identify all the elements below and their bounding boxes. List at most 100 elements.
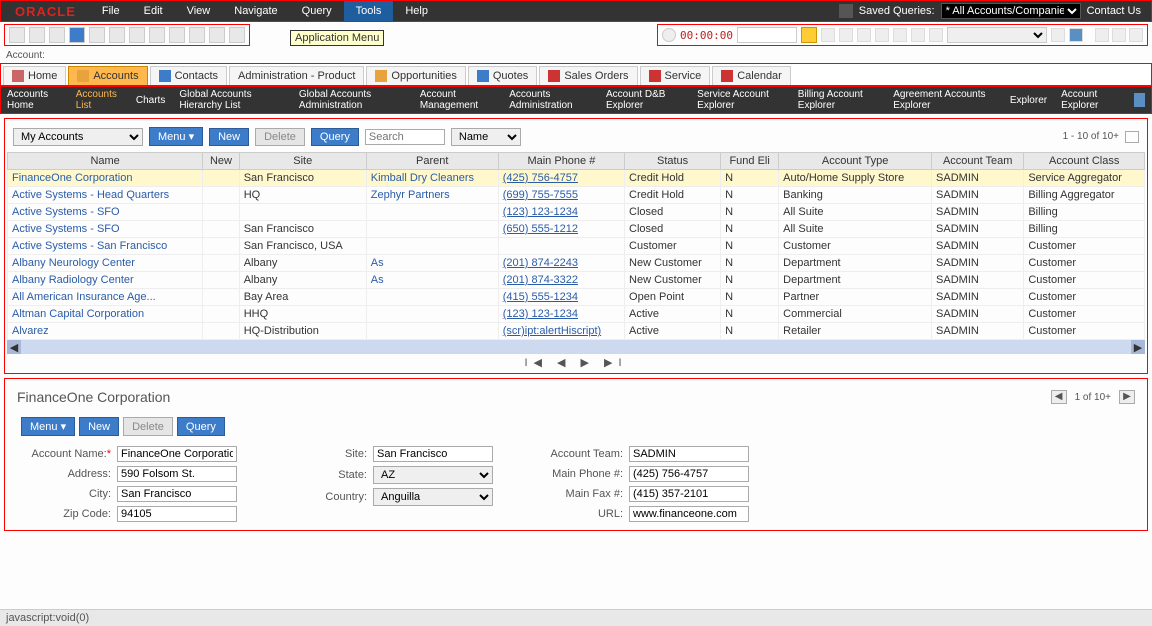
cell-parent[interactable] <box>366 238 498 255</box>
cell-phone[interactable]: (415) 555-1234 <box>498 289 624 306</box>
cell-name[interactable]: Active Systems - San Francisco <box>8 238 203 255</box>
col-status[interactable]: Status <box>625 153 721 170</box>
parent-link[interactable]: As <box>371 274 384 286</box>
account-link[interactable]: Albany Neurology Center <box>12 257 135 269</box>
table-row[interactable]: Active Systems - SFOSan Francisco(650) 5… <box>8 221 1145 238</box>
toolbar-icon[interactable] <box>1095 28 1109 42</box>
city-field[interactable] <box>117 486 237 502</box>
subnav-accounts-administration[interactable]: Accounts Administration <box>509 89 592 111</box>
toolbar-select[interactable] <box>947 27 1047 43</box>
cell-phone[interactable]: (699) 755-7555 <box>498 187 624 204</box>
cell-name[interactable]: Albany Neurology Center <box>8 255 203 272</box>
subnav-account-management[interactable]: Account Management <box>420 89 495 111</box>
subnav-accounts-home[interactable]: Accounts Home <box>7 89 62 111</box>
scroll-right-arrow[interactable]: ▶ <box>1131 340 1145 354</box>
cell-name[interactable]: All American Insurance Age... <box>8 289 203 306</box>
table-row[interactable]: AlvarezHQ-Distribution(scr)ipt:alertHisc… <box>8 323 1145 340</box>
account-link[interactable]: Albany Radiology Center <box>12 274 134 286</box>
subnav-dropdown-icon[interactable] <box>1134 93 1145 107</box>
account-link[interactable]: FinanceOne Corporation <box>12 172 132 184</box>
account-link[interactable]: Altman Capital Corporation <box>12 308 144 320</box>
detail-query-button[interactable]: Query <box>177 417 225 436</box>
cell-parent[interactable] <box>366 221 498 238</box>
parent-link[interactable]: As <box>371 257 384 269</box>
toolbar-icon[interactable] <box>209 27 225 43</box>
subnav-global-accounts-administration[interactable]: Global Accounts Administration <box>299 89 406 111</box>
toolbar-icon[interactable] <box>893 28 907 42</box>
table-row[interactable]: Active Systems - SFO(123) 123-1234Closed… <box>8 204 1145 221</box>
layout-icon[interactable] <box>1125 131 1139 143</box>
detail-new-button[interactable]: New <box>79 417 119 436</box>
menu-tools[interactable]: Tools <box>344 1 394 21</box>
col-site[interactable]: Site <box>239 153 366 170</box>
table-row[interactable]: Active Systems - San FranciscoSan Franci… <box>8 238 1145 255</box>
menu-edit[interactable]: Edit <box>132 1 175 21</box>
detail-delete-button[interactable]: Delete <box>123 417 173 436</box>
toolbar-icon[interactable] <box>129 27 145 43</box>
toolbar-icon[interactable] <box>911 28 925 42</box>
menu-view[interactable]: View <box>175 1 223 21</box>
toolbar-icon[interactable] <box>9 27 25 43</box>
toolbar-icon[interactable] <box>1129 28 1143 42</box>
cell-name[interactable]: Alvarez <box>8 323 203 340</box>
cell-phone[interactable]: (650) 555-1212 <box>498 221 624 238</box>
col-main-phone-[interactable]: Main Phone # <box>498 153 624 170</box>
table-row[interactable]: FinanceOne CorporationSan FranciscoKimba… <box>8 170 1145 187</box>
menu-help[interactable]: Help <box>393 1 440 21</box>
timer-input[interactable] <box>737 27 797 43</box>
account-link[interactable]: Active Systems - SFO <box>12 223 120 235</box>
cell-parent[interactable]: As <box>366 272 498 289</box>
account-name-field[interactable] <box>117 446 237 462</box>
cell-parent[interactable] <box>366 289 498 306</box>
toolbar-icon[interactable] <box>169 27 185 43</box>
table-row[interactable]: All American Insurance Age...Bay Area(41… <box>8 289 1145 306</box>
subnav-charts[interactable]: Charts <box>136 95 165 106</box>
url-field[interactable] <box>629 506 749 522</box>
col-fund-eli[interactable]: Fund Eli <box>721 153 779 170</box>
subnav-account-d-b-explorer[interactable]: Account D&B Explorer <box>606 89 683 111</box>
play-button[interactable] <box>801 27 817 43</box>
cell-phone[interactable] <box>498 238 624 255</box>
account-link[interactable]: Active Systems - San Francisco <box>12 240 167 252</box>
list-menu-button[interactable]: Menu ▾ <box>149 127 203 146</box>
toolbar-icon[interactable] <box>49 27 65 43</box>
table-row[interactable]: Active Systems - Head QuartersHQZephyr P… <box>8 187 1145 204</box>
tab-quotes[interactable]: Quotes <box>468 66 537 85</box>
col-new[interactable]: New <box>203 153 239 170</box>
toolbar-icon[interactable] <box>189 27 205 43</box>
horizontal-scrollbar[interactable]: ◀ ▶ <box>7 340 1145 354</box>
cell-parent[interactable]: Kimball Dry Cleaners <box>366 170 498 187</box>
tab-accounts[interactable]: Accounts <box>68 66 147 85</box>
subnav-global-accounts-hierarchy-list[interactable]: Global Accounts Hierarchy List <box>179 89 285 111</box>
table-row[interactable]: Altman Capital CorporationHHQ(123) 123-1… <box>8 306 1145 323</box>
scroll-left-arrow[interactable]: ◀ <box>7 340 21 354</box>
site-field[interactable] <box>373 446 493 462</box>
parent-link[interactable]: Zephyr Partners <box>371 189 450 201</box>
toolbar-icon[interactable] <box>875 28 889 42</box>
new-button[interactable]: New <box>209 128 249 146</box>
state-field[interactable]: AZ <box>373 466 493 484</box>
clock-icon[interactable] <box>662 28 676 42</box>
cell-phone[interactable]: (123) 123-1234 <box>498 306 624 323</box>
menu-navigate[interactable]: Navigate <box>222 1 289 21</box>
toolbar-icon[interactable] <box>89 27 105 43</box>
cell-phone[interactable]: (scr)ipt:alertHiscript) <box>498 323 624 340</box>
parent-link[interactable]: Kimball Dry Cleaners <box>371 172 474 184</box>
cell-name[interactable]: Active Systems - SFO <box>8 221 203 238</box>
col-account-team[interactable]: Account Team <box>932 153 1024 170</box>
visibility-select[interactable]: My Accounts <box>13 128 143 146</box>
cell-name[interactable]: Altman Capital Corporation <box>8 306 203 323</box>
cell-parent[interactable] <box>366 306 498 323</box>
toolbar-icon[interactable] <box>109 27 125 43</box>
cell-phone[interactable]: (123) 123-1234 <box>498 204 624 221</box>
subnav-agreement-accounts-explorer[interactable]: Agreement Accounts Explorer <box>893 89 996 111</box>
toolbar-icon[interactable] <box>1051 28 1065 42</box>
prev-record-button[interactable]: ◀ <box>1051 390 1067 404</box>
subnav-billing-account-explorer[interactable]: Billing Account Explorer <box>798 89 879 111</box>
team-field[interactable] <box>629 446 749 462</box>
toolbar-icon[interactable] <box>929 28 943 42</box>
col-parent[interactable]: Parent <box>366 153 498 170</box>
cell-name[interactable]: Albany Radiology Center <box>8 272 203 289</box>
fax-field[interactable] <box>629 486 749 502</box>
col-account-type[interactable]: Account Type <box>779 153 932 170</box>
